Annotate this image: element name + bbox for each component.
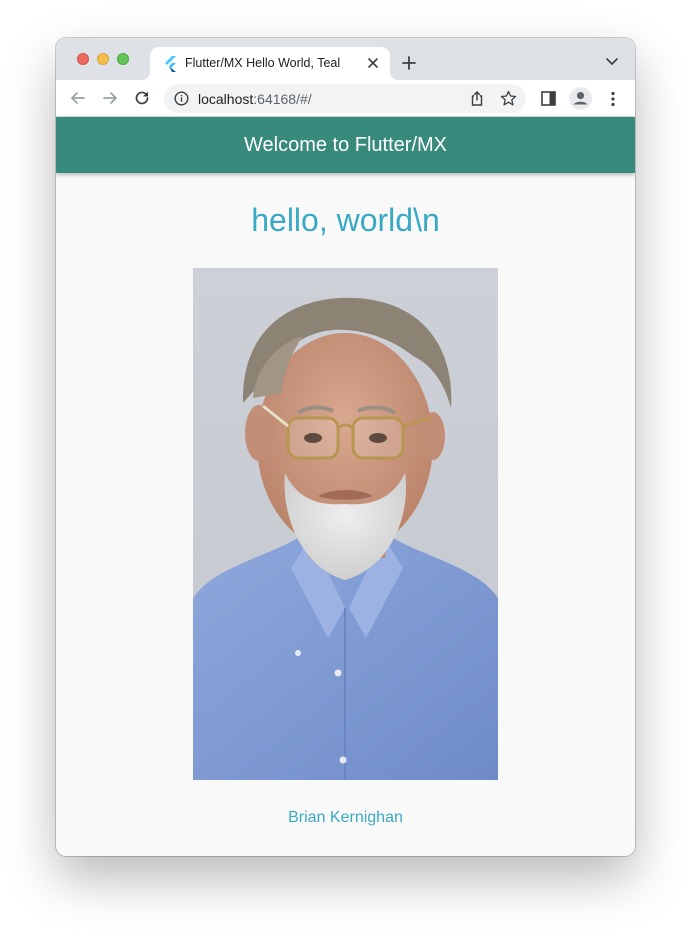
share-icon[interactable] — [469, 90, 485, 107]
app-bar: Welcome to Flutter/MX — [56, 117, 635, 173]
address-bar[interactable]: localhost:64168/#/ — [164, 84, 526, 113]
zoom-window-button[interactable] — [117, 53, 129, 65]
flutter-logo-icon — [165, 56, 176, 72]
hello-headline: hello, world\n — [251, 202, 440, 238]
kebab-menu-icon[interactable] — [609, 91, 617, 107]
tab-title: Flutter/MX Hello World, Teal — [185, 56, 341, 70]
side-panel-icon[interactable] — [541, 91, 556, 106]
url-text[interactable]: localhost:64168/#/ — [198, 91, 312, 107]
browser-window: Flutter/MX Hello World, Teal localhost:6… — [56, 38, 635, 856]
reload-icon[interactable] — [133, 89, 151, 107]
browser-tab[interactable]: Flutter/MX Hello World, Teal — [150, 47, 390, 80]
info-icon[interactable] — [174, 91, 189, 106]
plus-icon[interactable] — [400, 54, 418, 72]
star-icon[interactable] — [500, 90, 517, 107]
app-bar-title: Welcome to Flutter/MX — [243, 134, 448, 156]
close-window-button[interactable] — [77, 53, 89, 65]
page-content: hello, world\n Brian Kernighan — [56, 173, 635, 856]
chevron-down-icon[interactable] — [605, 56, 619, 68]
url-path: :64168/#/ — [253, 91, 312, 107]
portrait-photo — [193, 268, 498, 780]
close-icon[interactable] — [365, 55, 381, 71]
minimize-window-button[interactable] — [97, 53, 109, 65]
profile-icon[interactable] — [569, 87, 592, 110]
tab-strip: Flutter/MX Hello World, Teal — [56, 38, 635, 80]
url-host: localhost — [198, 91, 254, 107]
photo-caption: Brian Kernighan — [288, 809, 403, 826]
arrow-right-icon[interactable] — [101, 89, 119, 107]
browser-toolbar: localhost:64168/#/ — [56, 80, 635, 117]
arrow-left-icon[interactable] — [69, 89, 87, 107]
